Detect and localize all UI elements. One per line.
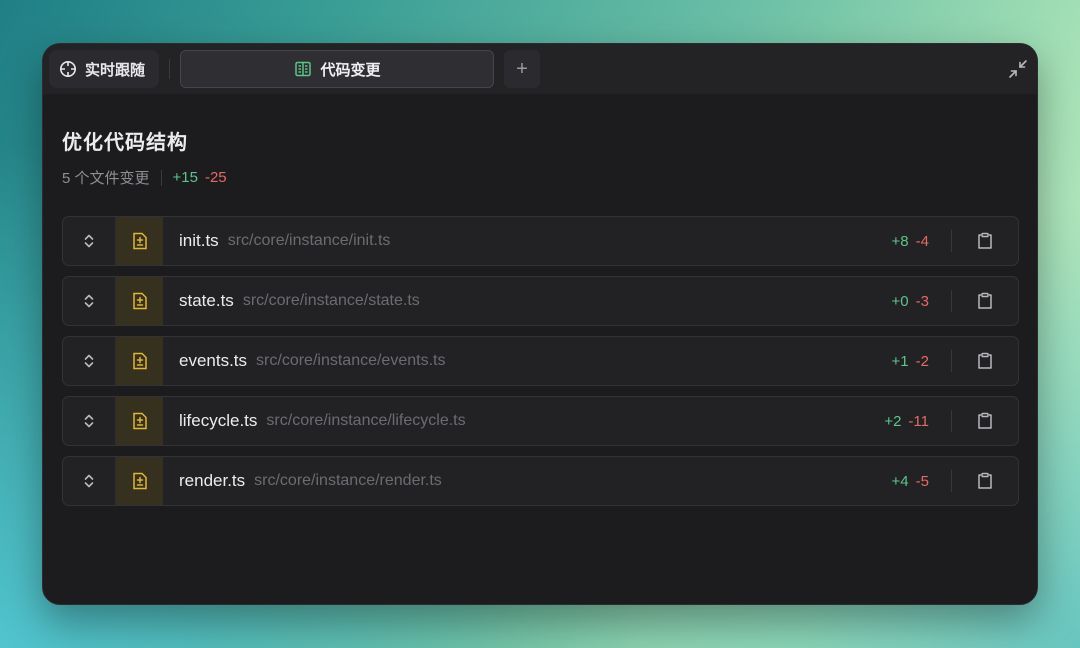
- file-name: events.ts: [179, 351, 248, 370]
- file-row[interactable]: render.ts src/core/instance/render.ts +4…: [62, 456, 1019, 506]
- chevron-up-down-icon[interactable]: [63, 217, 116, 265]
- file-path: src/core/instance/init.ts: [227, 232, 391, 249]
- file-row[interactable]: init.ts src/core/instance/init.ts +8 -4: [62, 216, 1019, 266]
- change-summary: 5 个文件变更 +15 -25: [62, 167, 1019, 188]
- chevron-up-down-icon[interactable]: [63, 277, 116, 325]
- clipboard-icon[interactable]: [952, 351, 1018, 371]
- file-removed: -4: [915, 232, 929, 250]
- main-content: 优化代码结构 5 个文件变更 +15 -25 init.ts src/core/…: [43, 94, 1037, 506]
- chevron-up-down-icon[interactable]: [63, 457, 116, 505]
- chevron-up-down-icon[interactable]: [63, 337, 116, 385]
- tab-changes-label: 代码变更: [320, 61, 381, 79]
- tab-changes[interactable]: 代码变更: [180, 50, 495, 88]
- file-stats: +8 -4: [892, 233, 951, 250]
- add-tab-button[interactable]: +: [504, 50, 541, 88]
- tab-bar: 实时跟随 代码变更 +: [43, 44, 1037, 94]
- file-name: state.ts: [179, 291, 234, 310]
- clipboard-icon[interactable]: [952, 471, 1018, 491]
- file-diff-icon: [116, 397, 163, 445]
- file-path: src/core/instance/state.ts: [242, 292, 420, 309]
- chevron-up-down-icon[interactable]: [63, 397, 116, 445]
- file-name: render.ts: [179, 471, 246, 490]
- file-name: lifecycle.ts: [179, 411, 258, 430]
- file-name: init.ts: [179, 231, 219, 250]
- clipboard-icon[interactable]: [952, 291, 1018, 311]
- file-diff-icon: [116, 217, 163, 265]
- book-icon: [294, 60, 312, 78]
- page-title: 优化代码结构: [62, 132, 188, 154]
- file-diff-icon: [116, 337, 163, 385]
- clipboard-icon[interactable]: [952, 411, 1018, 431]
- file-path: src/core/instance/lifecycle.ts: [266, 412, 466, 429]
- file-diff-icon: [116, 277, 163, 325]
- file-row[interactable]: lifecycle.ts src/core/instance/lifecycle…: [62, 396, 1019, 446]
- crosshair-icon: [59, 60, 77, 78]
- file-removed: -3: [915, 292, 929, 310]
- file-stats: +2 -11: [884, 413, 951, 430]
- file-count: 5 个文件变更: [62, 170, 150, 187]
- tab-follow-label: 实时跟随: [85, 61, 146, 79]
- file-added: +8: [891, 232, 909, 250]
- file-stats: +0 -3: [892, 293, 951, 310]
- file-added: +2: [884, 412, 902, 430]
- total-added: +15: [172, 169, 198, 186]
- file-path: src/core/instance/render.ts: [254, 472, 442, 489]
- file-list: init.ts src/core/instance/init.ts +8 -4: [62, 216, 1019, 506]
- file-diff-icon: [116, 457, 163, 505]
- collapse-icon[interactable]: [1007, 58, 1029, 80]
- file-row[interactable]: state.ts src/core/instance/state.ts +0 -…: [62, 276, 1019, 326]
- file-removed: -2: [915, 352, 929, 370]
- file-stats: +1 -2: [892, 353, 951, 370]
- file-added: +1: [891, 352, 909, 370]
- tab-divider: [169, 59, 171, 79]
- summary-divider: [160, 169, 162, 186]
- total-removed: -25: [204, 169, 227, 186]
- file-added: +4: [891, 472, 909, 490]
- file-path: src/core/instance/events.ts: [256, 352, 446, 369]
- file-removed: -11: [908, 412, 929, 430]
- file-added: +0: [891, 292, 909, 310]
- file-stats: +4 -5: [892, 473, 951, 490]
- clipboard-icon[interactable]: [952, 231, 1018, 251]
- app-window: 实时跟随 代码变更 + 优化代码结构 5 个文件变更 +15 -25 init.…: [42, 43, 1038, 605]
- tab-follow[interactable]: 实时跟随: [49, 50, 160, 88]
- file-row[interactable]: events.ts src/core/instance/events.ts +1…: [62, 336, 1019, 386]
- file-removed: -5: [915, 472, 929, 490]
